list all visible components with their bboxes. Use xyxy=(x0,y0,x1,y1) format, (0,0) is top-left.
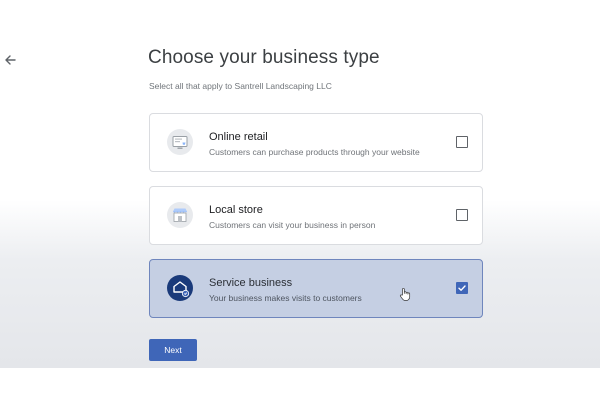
page-subtitle: Select all that apply to Santrell Landsc… xyxy=(149,81,332,91)
storefront-icon xyxy=(167,202,193,228)
next-button[interactable]: Next xyxy=(149,339,197,361)
business-type-screen: Choose your business type Select all tha… xyxy=(0,0,600,368)
back-arrow-icon[interactable] xyxy=(2,52,18,68)
hand-cursor-icon xyxy=(399,287,411,301)
bottom-strip xyxy=(0,368,600,400)
option-title: Service business xyxy=(209,277,293,289)
option-title: Local store xyxy=(209,204,263,216)
option-description: Customers can purchase products through … xyxy=(209,147,420,157)
online-retail-checkbox[interactable] xyxy=(456,136,468,148)
option-service-business[interactable]: Service business Your business makes vis… xyxy=(149,259,483,318)
local-store-checkbox[interactable] xyxy=(456,209,468,221)
service-vehicle-icon xyxy=(167,275,193,301)
option-online-retail[interactable]: Online retail Customers can purchase pro… xyxy=(149,113,483,172)
option-title: Online retail xyxy=(209,131,268,143)
online-retail-icon xyxy=(167,129,193,155)
page-title: Choose your business type xyxy=(148,47,380,68)
option-local-store[interactable]: Local store Customers can visit your bus… xyxy=(149,186,483,245)
option-description: Customers can visit your business in per… xyxy=(209,220,376,230)
option-description: Your business makes visits to customers xyxy=(209,293,362,303)
checkmark-icon xyxy=(458,285,466,291)
service-business-checkbox[interactable] xyxy=(456,282,468,294)
